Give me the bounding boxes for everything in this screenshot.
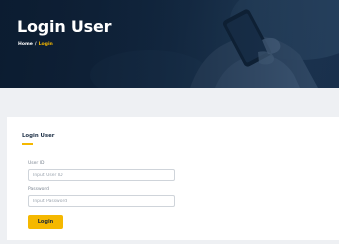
password-input[interactable] (28, 195, 175, 207)
login-form-heading: Login User (22, 133, 55, 139)
user-id-label: User ID (28, 161, 45, 166)
password-label: Password (28, 187, 50, 192)
page-title: Login User (17, 17, 112, 36)
heading-underline (22, 143, 33, 145)
breadcrumb-separator: / (34, 42, 37, 47)
hero-banner: Login User Home / Login (0, 0, 339, 88)
user-id-input[interactable] (28, 169, 175, 181)
breadcrumb-home-link[interactable]: Home (18, 42, 33, 47)
login-button[interactable]: Login (28, 215, 63, 229)
breadcrumb-current: Login (38, 42, 53, 47)
breadcrumb: Home / Login (18, 41, 53, 48)
